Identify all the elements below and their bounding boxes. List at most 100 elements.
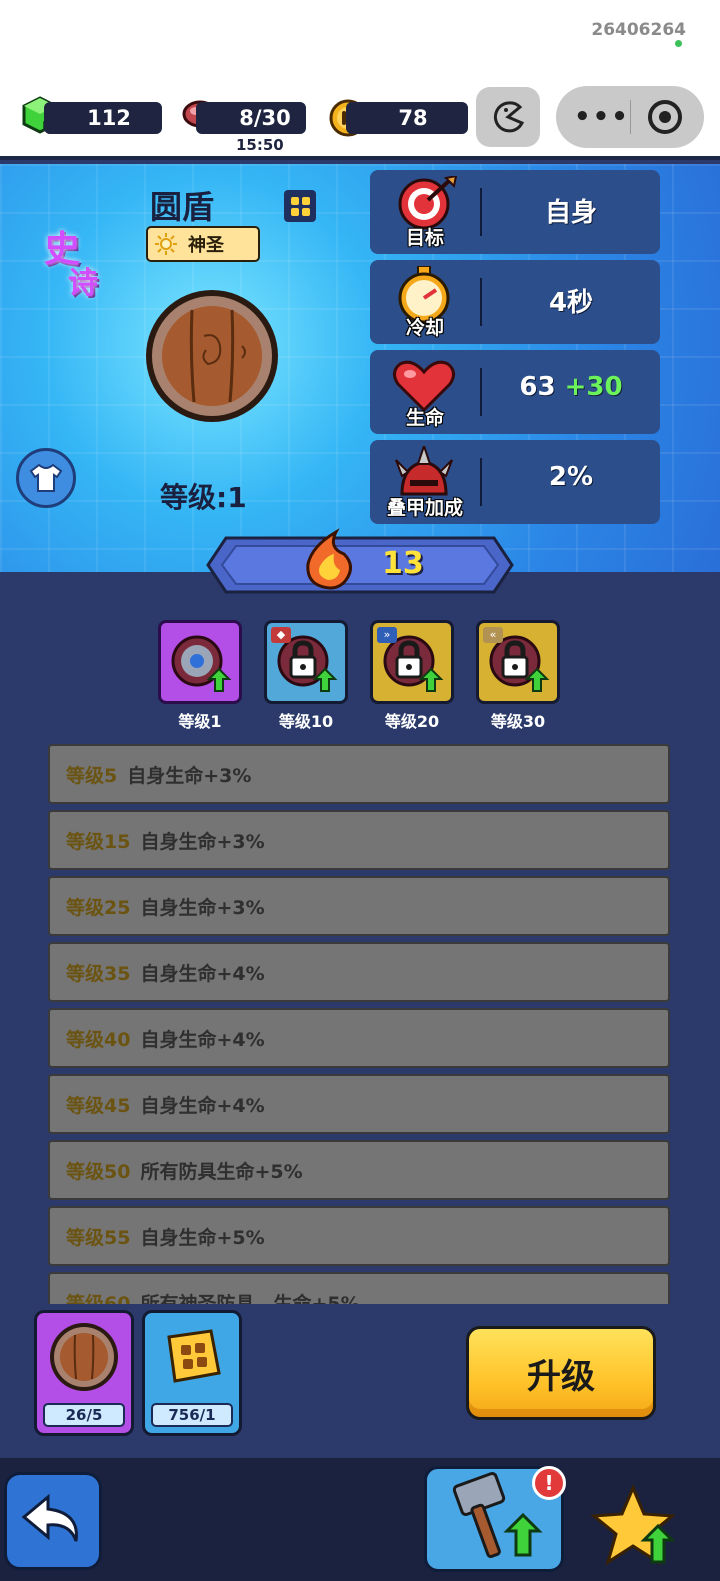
perk-row: 等级55 自身生命+5% [48, 1206, 670, 1266]
stat-value: 4秒 [548, 288, 594, 318]
perk-row: 等级35 自身生命+4% [48, 942, 670, 1002]
holy-sun-icon [155, 233, 177, 255]
shield-material-icon [50, 1323, 118, 1391]
perk-level: 等级5 [66, 764, 118, 787]
perk-desc: 所有防具生命+5% [140, 1160, 303, 1183]
back-button[interactable] [4, 1472, 102, 1570]
skill-node-label: 等级1 [178, 712, 222, 731]
stat-hp: 生命 63 +30 [370, 350, 660, 434]
skill-node-label: 等级30 [490, 712, 546, 731]
stat-cooldown: 冷却 4秒 [370, 260, 660, 344]
skill-node-lv10[interactable]: ◆ [264, 620, 348, 704]
perk-desc: 自身生命+3% [140, 896, 265, 919]
skin-button[interactable] [16, 448, 76, 508]
stat-label: 目标 [405, 227, 444, 249]
perk-row: 等级25 自身生命+3% [48, 876, 670, 936]
stamina-timer: 15:50 [236, 136, 284, 154]
stat-label: 生命 [405, 407, 444, 429]
shirt-icon [29, 463, 63, 492]
star-level-bar [206, 536, 514, 594]
item-name: 圆盾 [150, 188, 215, 226]
stat-target: 目标 自身 [370, 170, 660, 254]
stamina-counter: 8/30 [196, 102, 306, 134]
stat-label: 叠甲加成 [386, 497, 463, 519]
material-count: 756/1 [151, 1403, 233, 1427]
item-detail-panel: 史 诗 圆盾 神圣 等级:1 目标 自身 冷却 4秒 生命 63 +30 叠甲加… [0, 164, 720, 572]
skill-node-lv1[interactable] [158, 620, 242, 704]
perk-row: 等级15 自身生命+3% [48, 810, 670, 870]
perk-list[interactable]: 等级5 自身生命+3% 等级15 自身生命+3% 等级25 自身生命+3% 等级35 自… [48, 744, 670, 1304]
perk-desc: 自身生命+4% [140, 1028, 265, 1051]
perk-level: 等级50 [66, 1160, 131, 1183]
fire-tag-icon: ◆ [271, 627, 291, 643]
stat-armor-stack: 叠甲加成 2% [370, 440, 660, 524]
perk-desc: 自身生命+3% [140, 830, 265, 853]
coin-counter: 78 [346, 102, 468, 134]
capsule-divider [630, 100, 631, 134]
perk-desc: 自身生命+4% [140, 1094, 265, 1117]
gem-count: 112 [87, 106, 131, 130]
grid-cell [290, 196, 299, 205]
alert-badge: ! [532, 1466, 566, 1500]
hp-bonus: +30 [564, 372, 623, 402]
hp-base: 63 [519, 372, 565, 402]
perk-level: 等级25 [66, 896, 131, 919]
gem-counter: 112 [44, 102, 162, 134]
round-shield-icon [146, 290, 278, 422]
perk-row: 等级40 自身生命+4% [48, 1008, 670, 1068]
attribute-label: 神圣 [188, 235, 224, 256]
forward-tag-icon: » [377, 627, 397, 643]
perk-row: 等级5 自身生命+3% [48, 744, 670, 804]
flame-icon [306, 528, 352, 590]
material-scroll[interactable]: 756/1 [142, 1310, 242, 1436]
close-record-icon[interactable] [648, 100, 682, 134]
perk-level: 等级55 [66, 1226, 131, 1249]
perk-row: 等级60 所有神圣防具，生命+5% [48, 1272, 670, 1304]
back-arrow-icon [21, 1493, 78, 1542]
material-shield[interactable]: 26/5 [34, 1310, 134, 1436]
perk-desc: 所有神圣防具，生命+5% [140, 1292, 360, 1305]
stat-label: 冷却 [405, 317, 444, 339]
skill-node-lv20[interactable]: » [370, 620, 454, 704]
perk-row: 等级50 所有防具生命+5% [48, 1140, 670, 1200]
online-dot [675, 40, 682, 47]
grid-cell [301, 196, 310, 205]
stat-value: 2% [548, 462, 594, 492]
stamina-count: 8/30 [239, 106, 291, 130]
perk-level: 等级60 [66, 1292, 131, 1305]
user-id: 26406264 [591, 20, 686, 40]
perk-row: 等级45 自身生命+4% [48, 1074, 670, 1134]
perk-level: 等级35 [66, 962, 131, 985]
mini-program-capsule: ••• [556, 86, 704, 148]
perk-desc: 自身生命+3% [127, 764, 252, 787]
star-count: 13 [382, 546, 424, 581]
grid-cell [290, 207, 299, 216]
pacman-icon [493, 101, 525, 133]
upgrade-button[interactable]: 升级 [466, 1326, 656, 1420]
coin-count: 78 [398, 106, 428, 130]
grid-cell [301, 207, 310, 216]
skill-shield-icon [171, 635, 232, 692]
skill-node-label: 等级20 [384, 712, 440, 731]
perk-level: 等级15 [66, 830, 131, 853]
top-bar: 26406264 112 8/30 15:50 78 ••• [0, 0, 720, 160]
rarity-badge: 史 诗 [40, 218, 106, 304]
pacman-button[interactable] [476, 87, 540, 147]
item-level: 等级:1 [160, 481, 247, 514]
skill-node-label: 等级10 [278, 712, 334, 731]
stat-value: 自身 [544, 198, 597, 228]
skill-node-lv30[interactable]: « [476, 620, 560, 704]
material-count: 26/5 [43, 1403, 125, 1427]
perk-level: 等级40 [66, 1028, 131, 1051]
grid-view-button[interactable] [284, 190, 316, 222]
armor-scroll-icon [167, 1329, 221, 1383]
perk-desc: 自身生命+5% [140, 1226, 265, 1249]
star-upgrade-icon[interactable] [588, 1482, 678, 1572]
perk-desc: 自身生命+4% [140, 962, 265, 985]
rarity-char-2: 诗 [68, 266, 98, 301]
attribute-tag: 神圣 [146, 226, 260, 262]
more-menu-icon[interactable]: ••• [574, 102, 630, 132]
back-tag-icon: « [483, 627, 503, 643]
stat-value: 63 +30 [482, 372, 660, 402]
perk-level: 等级45 [66, 1094, 131, 1117]
